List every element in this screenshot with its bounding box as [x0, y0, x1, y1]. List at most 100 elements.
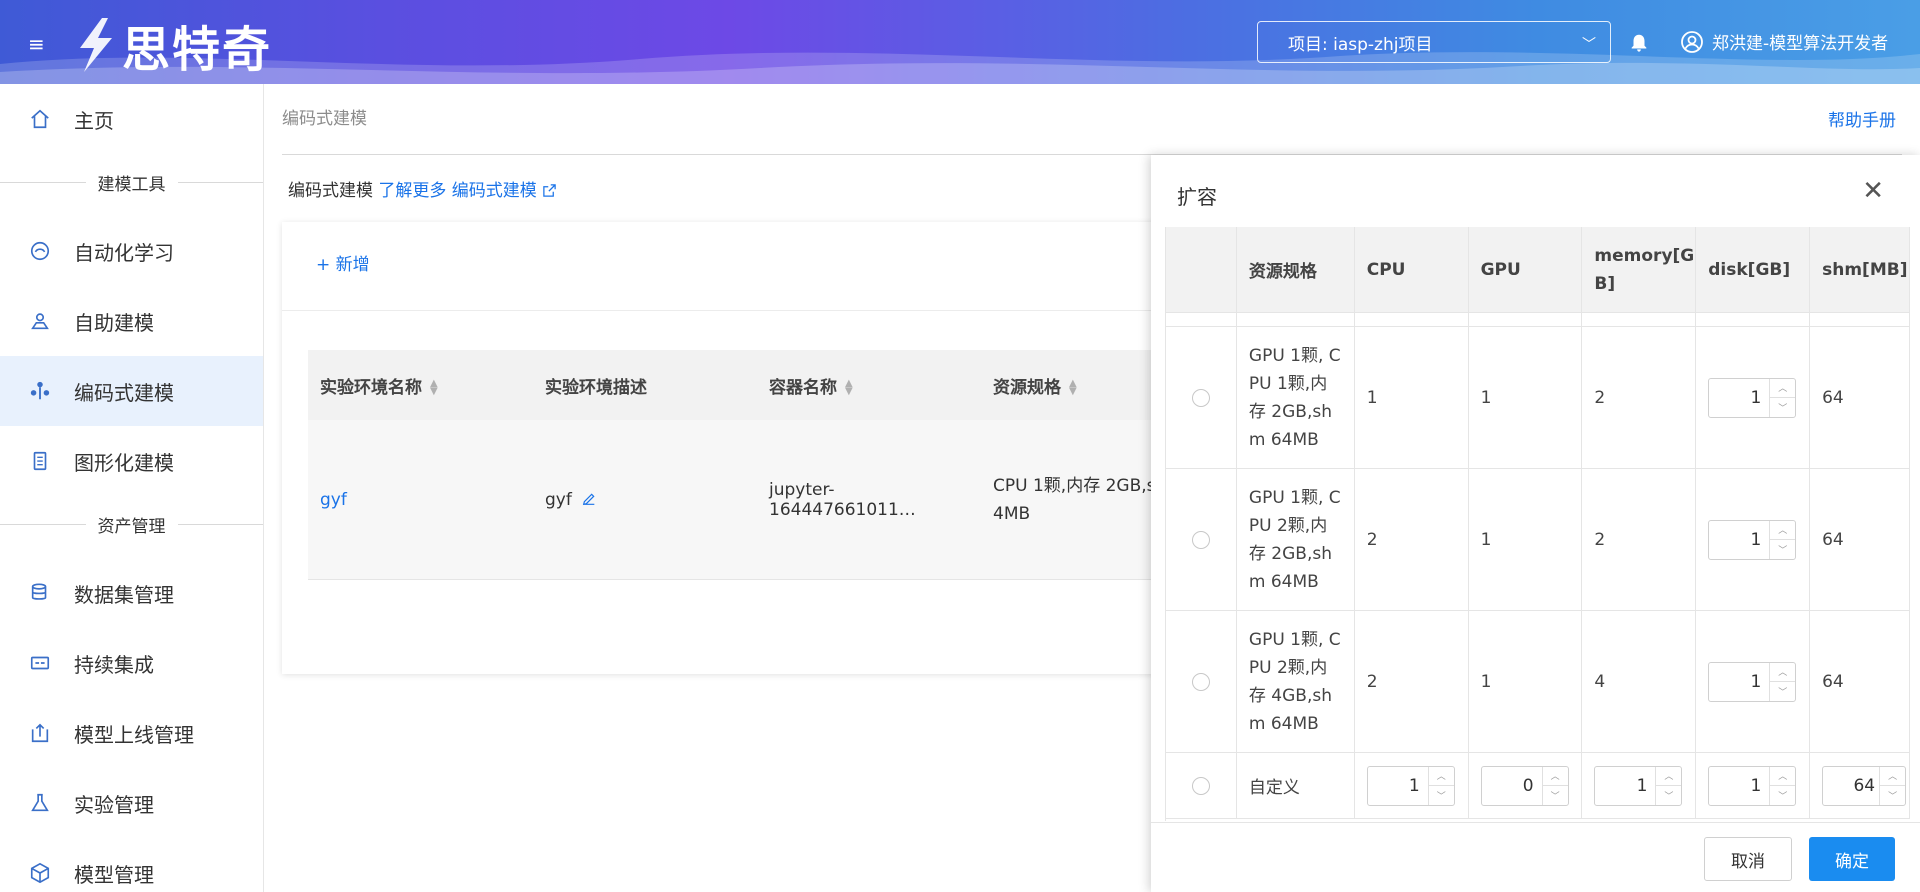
- column-header[interactable]: 实验环境名称 ▲ ▼: [308, 373, 533, 398]
- upload-icon: [28, 721, 52, 745]
- column-header[interactable]: 容器名称 ▲ ▼: [757, 373, 981, 398]
- cpu-stepper[interactable]: 1 ︿ ﹀: [1366, 765, 1455, 806]
- confirm-button[interactable]: 确定: [1809, 837, 1895, 881]
- sidebar-item-label: 主页: [74, 108, 114, 133]
- row-radio[interactable]: [1191, 776, 1210, 795]
- table-spacer: [1166, 313, 1910, 327]
- disk-stepper[interactable]: 1 ︿ ﹀: [1708, 377, 1797, 418]
- column-header: 资源规格: [1237, 227, 1355, 312]
- env-desc: gyf: [533, 490, 757, 510]
- project-select[interactable]: 项目: iasp-zhj项目 ﹀: [1257, 21, 1611, 63]
- sidebar-item-label: 持续集成: [74, 652, 154, 677]
- increment-icon[interactable]: ︿: [1770, 379, 1796, 398]
- cancel-button[interactable]: 取消: [1704, 837, 1792, 881]
- sidebar-item-dataset[interactable]: 数据集管理: [0, 558, 263, 628]
- edit-icon[interactable]: [581, 491, 597, 507]
- increment-icon[interactable]: ︿: [1770, 767, 1796, 786]
- row-radio[interactable]: [1191, 530, 1210, 549]
- sidebar-item-label: 模型上线管理: [74, 722, 194, 747]
- increment-icon[interactable]: ︿: [1428, 767, 1454, 786]
- decrement-icon[interactable]: ﹀: [1543, 786, 1568, 805]
- sidebar-item-graphic-modeling[interactable]: 图形化建模: [0, 426, 263, 496]
- project-select-value: 项目: iasp-zhj项目: [1288, 34, 1433, 55]
- sidebar-item-model-deploy[interactable]: 模型上线管理: [0, 698, 263, 768]
- intro-text: 编码式建模: [288, 181, 373, 201]
- disk-stepper[interactable]: 1 ︿ ﹀: [1708, 519, 1797, 560]
- learn-more-link[interactable]: 了解更多 编码式建模: [378, 181, 557, 201]
- row-radio[interactable]: [1191, 388, 1210, 407]
- app-logo[interactable]: 思特奇: [72, 10, 272, 80]
- increment-icon[interactable]: ︿: [1770, 663, 1796, 682]
- decrement-icon[interactable]: ﹀: [1429, 786, 1454, 805]
- cpu-value: 1: [1355, 327, 1469, 468]
- dataset-icon: [28, 581, 52, 605]
- memory-stepper[interactable]: 1 ︿ ﹀: [1594, 765, 1683, 806]
- decrement-icon[interactable]: ﹀: [1770, 786, 1795, 805]
- spec-text: GPU 1颗, C PU 2颗,内存 2GB,sh m 64MB: [1248, 487, 1341, 592]
- sidebar-item-coding-modeling[interactable]: 编码式建模: [0, 356, 263, 426]
- table-row[interactable]: GPU 1颗, C PU 1颗,内存 2GB,sh m 64MB 1 1 2 1 ︿ ﹀…: [1166, 327, 1910, 469]
- sidebar-item-home[interactable]: 主页: [0, 84, 263, 154]
- cube-icon: [28, 861, 52, 885]
- disk-stepper[interactable]: 1 ︿ ﹀: [1708, 661, 1797, 702]
- section-asset-management: 资产管理: [0, 514, 263, 537]
- sidebar-item-label: 自助建模: [74, 310, 154, 335]
- increment-icon[interactable]: ︿: [1880, 767, 1906, 786]
- self-modeling-icon: [28, 309, 52, 333]
- logo-text: 思特奇: [122, 22, 273, 78]
- env-name-link[interactable]: gyf: [308, 490, 533, 510]
- increment-icon[interactable]: ︿: [1542, 767, 1568, 786]
- decrement-icon[interactable]: ﹀: [1770, 398, 1795, 417]
- increment-icon[interactable]: ︿: [1770, 521, 1796, 540]
- table-row[interactable]: GPU 1颗, C PU 2颗,内存 2GB,sh m 64MB 2 1 2 1 ︿ ﹀…: [1166, 469, 1910, 611]
- spec-table: 资源规格 CPU GPU memory[G B] disk[GB] shm[MB]…: [1165, 227, 1910, 821]
- spec-text: GPU 1颗, C PU 2颗,内存 4GB,sh m 64MB: [1248, 629, 1341, 734]
- sidebar-item-ci[interactable]: 持续集成: [0, 628, 263, 698]
- column-header: shm[MB]: [1810, 227, 1910, 312]
- dialog-footer: 取消 确定: [1151, 822, 1920, 892]
- disk-stepper[interactable]: 1 ︿ ﹀: [1708, 765, 1797, 806]
- memory-value: 4: [1582, 611, 1697, 752]
- sort-icon[interactable]: ▲ ▼: [430, 378, 438, 396]
- user-name: 郑洪建-模型算法开发者: [1712, 34, 1889, 54]
- flask-icon: [28, 791, 52, 815]
- close-icon[interactable]: ✕: [1862, 178, 1884, 204]
- column-header: 实验环境描述: [545, 377, 647, 398]
- sidebar-item-label: 编码式建模: [74, 380, 174, 405]
- table-row-custom[interactable]: 自定义 1 ︿ ﹀ 0 ︿ ﹀ 1 ︿ ﹀ 1 ︿ ﹀ 64 ︿ ﹀: [1166, 753, 1910, 819]
- sort-icon[interactable]: ▲ ▼: [845, 378, 853, 396]
- decrement-icon[interactable]: ﹀: [1880, 786, 1905, 805]
- table-row[interactable]: GPU 1颗, C PU 2颗,内存 4GB,sh m 64MB 2 1 4 1 ︿ ﹀…: [1166, 611, 1910, 753]
- bell-icon[interactable]: [1628, 32, 1650, 54]
- sidebar: 主页 建模工具 自动化学习 自助建模 编码式建模 图形化建模 资产管理 数据集管…: [0, 84, 264, 892]
- sort-icon[interactable]: ▲ ▼: [1069, 378, 1077, 396]
- column-header: GPU: [1469, 227, 1583, 312]
- external-link-icon: [543, 184, 556, 197]
- sidebar-item-self-modeling[interactable]: 自助建模: [0, 286, 263, 356]
- memory-value: 2: [1582, 327, 1697, 468]
- help-manual-link[interactable]: 帮助手册: [1828, 106, 1896, 131]
- section-modeling-tools: 建模工具: [0, 172, 263, 195]
- shm-stepper[interactable]: 64 ︿ ﹀: [1822, 765, 1907, 806]
- sidebar-item-experiment[interactable]: 实验管理: [0, 768, 263, 838]
- scale-dialog: 扩容 ✕ 资源规格 CPU GPU memory[G B] disk[GB] sh…: [1151, 155, 1920, 892]
- decrement-icon[interactable]: ﹀: [1770, 682, 1795, 701]
- sidebar-item-auto-learning[interactable]: 自动化学习: [0, 216, 263, 286]
- container-name: jupyter-164447661011…: [769, 479, 916, 520]
- sidebar-item-label: 模型管理: [74, 862, 154, 887]
- menu-toggle-icon[interactable]: ≡: [28, 32, 45, 56]
- gpu-stepper[interactable]: 0 ︿ ﹀: [1480, 765, 1569, 806]
- sidebar-item-model-management[interactable]: 模型管理: [0, 838, 263, 892]
- row-radio[interactable]: [1191, 672, 1210, 691]
- custom-label: 自定义: [1237, 753, 1355, 818]
- decrement-icon[interactable]: ﹀: [1770, 540, 1795, 559]
- add-button[interactable]: + 新增: [316, 250, 370, 275]
- breadcrumb[interactable]: 编码式建模: [282, 104, 367, 129]
- user-menu[interactable]: 郑洪建-模型算法开发者: [1680, 29, 1888, 54]
- chevron-down-icon: ﹀: [1582, 37, 1596, 53]
- increment-icon[interactable]: ︿: [1656, 767, 1682, 786]
- column-header: [1166, 227, 1237, 312]
- gpu-value: 1: [1469, 327, 1583, 468]
- decrement-icon[interactable]: ﹀: [1656, 786, 1681, 805]
- logo-mark-icon: [80, 18, 112, 72]
